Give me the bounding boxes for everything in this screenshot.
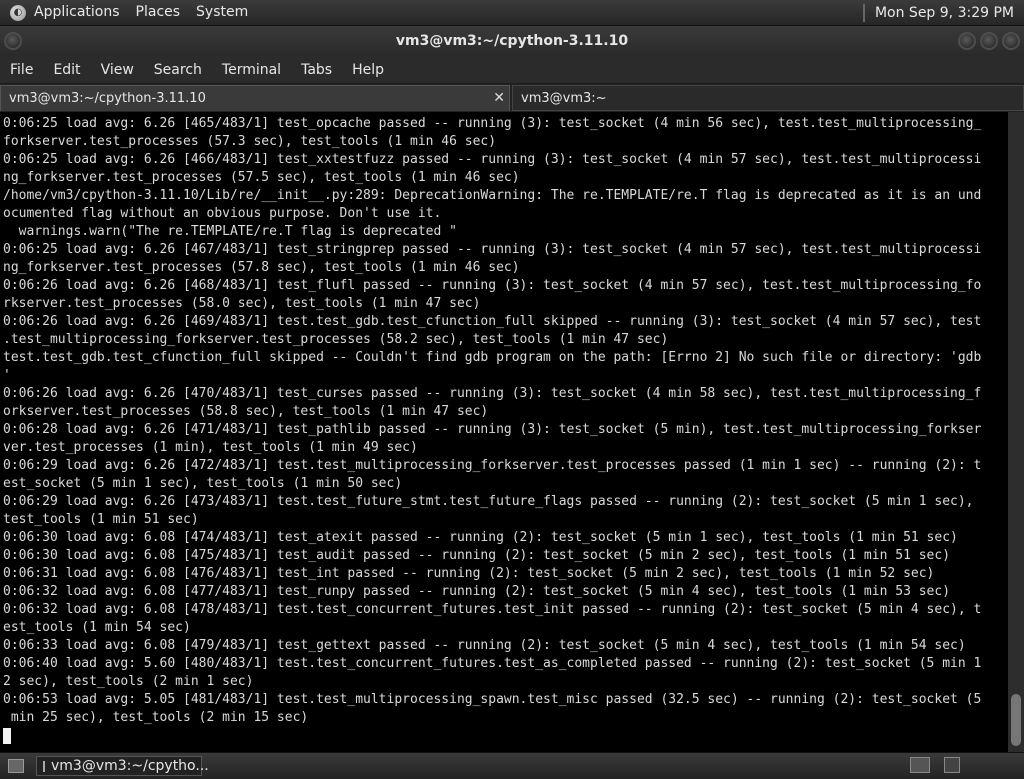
maximize-button[interactable]: [980, 32, 998, 50]
terminal-line: 0:06:30 load avg: 6.08 [475/483/1] test_…: [3, 548, 951, 563]
terminal-line: est_tools (1 min 54 sec): [3, 620, 191, 635]
terminal-line: forkserver.test_processes (57.3 sec), te…: [3, 134, 497, 149]
taskbar-label: vm3@vm3:~/cpytho...: [51, 758, 209, 774]
terminal-text: 0:06:25 load avg: 6.26 [465/483/1] test_…: [0, 112, 1008, 745]
clock[interactable]: Mon Sep 9, 3:29 PM: [875, 5, 1024, 21]
terminal-line: ng_forkserver.test_processes (57.5 sec),…: [3, 170, 520, 185]
terminal-line: ver.test_processes (1 min), test_tools (…: [3, 440, 418, 455]
terminal-line: .test_multiprocessing_forkserver.test_pr…: [3, 332, 669, 347]
menubar: File Edit View Search Terminal Tabs Help: [0, 56, 1024, 83]
terminal-line: est_socket (5 min 1 sec), test_tools (1 …: [3, 476, 403, 491]
terminal-line: 0:06:30 load avg: 6.08 [474/483/1] test_…: [3, 530, 958, 545]
top-panel-right: Mon Sep 9, 3:29 PM: [862, 0, 1024, 25]
prompt-line[interactable]: [3, 727, 1008, 745]
terminal-line: 0:06:26 load avg: 6.26 [469/483/1] test.…: [3, 314, 982, 329]
terminal-line: 0:06:26 load avg: 6.26 [468/483/1] test_…: [3, 278, 982, 293]
terminal-line: 0:06:33 load avg: 6.08 [479/483/1] test_…: [3, 638, 966, 653]
terminal-line: 0:06:25 load avg: 6.26 [467/483/1] test_…: [3, 242, 982, 257]
terminal-line: test_tools (1 min 51 sec): [3, 512, 199, 527]
terminal-line: warnings.warn("The re.TEMPLATE/re.T flag…: [3, 224, 457, 239]
terminal-line: /home/vm3/cpython-3.11.10/Lib/re/__init_…: [3, 188, 982, 203]
minimize-button[interactable]: [958, 32, 976, 50]
terminal-line: 0:06:25 load avg: 6.26 [466/483/1] test_…: [3, 152, 982, 167]
tab-home[interactable]: vm3@vm3:~: [512, 85, 1024, 111]
terminal-line: 0:06:53 load avg: 5.05 [481/483/1] test.…: [3, 692, 982, 707]
terminal-line: 0:06:40 load avg: 5.60 [480/483/1] test.…: [3, 656, 982, 671]
menu-terminal[interactable]: Terminal: [212, 62, 291, 78]
applications-logo-icon[interactable]: ◐: [10, 4, 26, 21]
terminal-line: 0:06:25 load avg: 6.26 [465/483/1] test_…: [3, 116, 982, 131]
window-title: vm3@vm3:~/cpython-3.11.10: [395, 33, 629, 49]
terminal-output[interactable]: 0:06:25 load avg: 6.26 [465/483/1] test_…: [0, 112, 1008, 752]
trash-icon[interactable]: [944, 757, 960, 773]
system-menu[interactable]: System: [188, 0, 256, 25]
terminal-line: ocumented flag without an obvious purpos…: [3, 206, 442, 221]
close-window-button[interactable]: [1002, 32, 1020, 50]
tab-label: vm3@vm3:~/cpython-3.11.10: [9, 91, 206, 106]
menu-file[interactable]: File: [0, 62, 43, 78]
terminal-line: ': [3, 368, 11, 383]
menu-tabs[interactable]: Tabs: [291, 62, 342, 78]
tab-label: vm3@vm3:~: [521, 90, 607, 106]
top-panel: ◐ Applications Places System Mon Sep 9, …: [0, 0, 1024, 26]
terminal-line: 0:06:29 load avg: 6.26 [473/483/1] test.…: [3, 494, 974, 509]
menu-search[interactable]: Search: [144, 62, 212, 78]
terminal-line: 2 sec), test_tools (2 min 1 sec): [3, 674, 254, 689]
menu-view[interactable]: View: [91, 62, 144, 78]
terminal-line: 0:06:31 load avg: 6.08 [476/483/1] test_…: [3, 566, 935, 581]
applications-menu[interactable]: Applications: [26, 0, 128, 25]
terminal-line: 0:06:26 load avg: 6.26 [470/483/1] test_…: [3, 386, 982, 401]
window-titlebar[interactable]: vm3@vm3:~/cpython-3.11.10: [0, 26, 1024, 56]
menu-help[interactable]: Help: [342, 62, 394, 78]
text-cursor: [3, 727, 11, 744]
terminal-icon: [43, 760, 45, 772]
taskbar-terminal-window[interactable]: vm3@vm3:~/cpytho...: [36, 756, 209, 776]
bottom-panel: vm3@vm3:~/cpytho...: [0, 752, 1024, 779]
terminal-line: ng_forkserver.test_processes (57.8 sec),…: [3, 260, 520, 275]
terminal-line: 0:06:32 load avg: 6.08 [478/483/1] test.…: [3, 602, 982, 617]
window-menu-button[interactable]: [4, 32, 22, 50]
terminal-line: test.test_gdb.test_cfunction_full skippe…: [3, 350, 982, 365]
workspace-switcher-icon[interactable]: [910, 757, 930, 773]
show-desktop-icon[interactable]: [8, 759, 24, 773]
panel-separator: [862, 3, 865, 22]
top-panel-menus: ◐ Applications Places System: [0, 0, 256, 25]
scrollbar-thumb[interactable]: [1011, 694, 1021, 746]
terminal-line: 0:06:29 load avg: 6.26 [472/483/1] test.…: [3, 458, 982, 473]
terminal-line: orkserver.test_processes (58.8 sec), tes…: [3, 404, 489, 419]
menu-edit[interactable]: Edit: [43, 62, 90, 78]
terminal-line: 0:06:32 load avg: 6.08 [477/483/1] test_…: [3, 584, 951, 599]
terminal-scrollbar[interactable]: [1008, 112, 1024, 752]
terminal-line: min 25 sec), test_tools (2 min 15 sec): [3, 710, 309, 725]
terminal-line: rkserver.test_processes (58.0 sec), test…: [3, 296, 481, 311]
tab-bar: vm3@vm3:~/cpython-3.11.10 ✕ vm3@vm3:~: [0, 84, 1024, 112]
tab-close-icon[interactable]: ✕: [493, 90, 505, 106]
places-menu[interactable]: Places: [128, 0, 189, 25]
tab-cpython[interactable]: vm3@vm3:~/cpython-3.11.10 ✕: [0, 85, 510, 111]
terminal-line: 0:06:28 load avg: 6.26 [471/483/1] test_…: [3, 422, 982, 437]
